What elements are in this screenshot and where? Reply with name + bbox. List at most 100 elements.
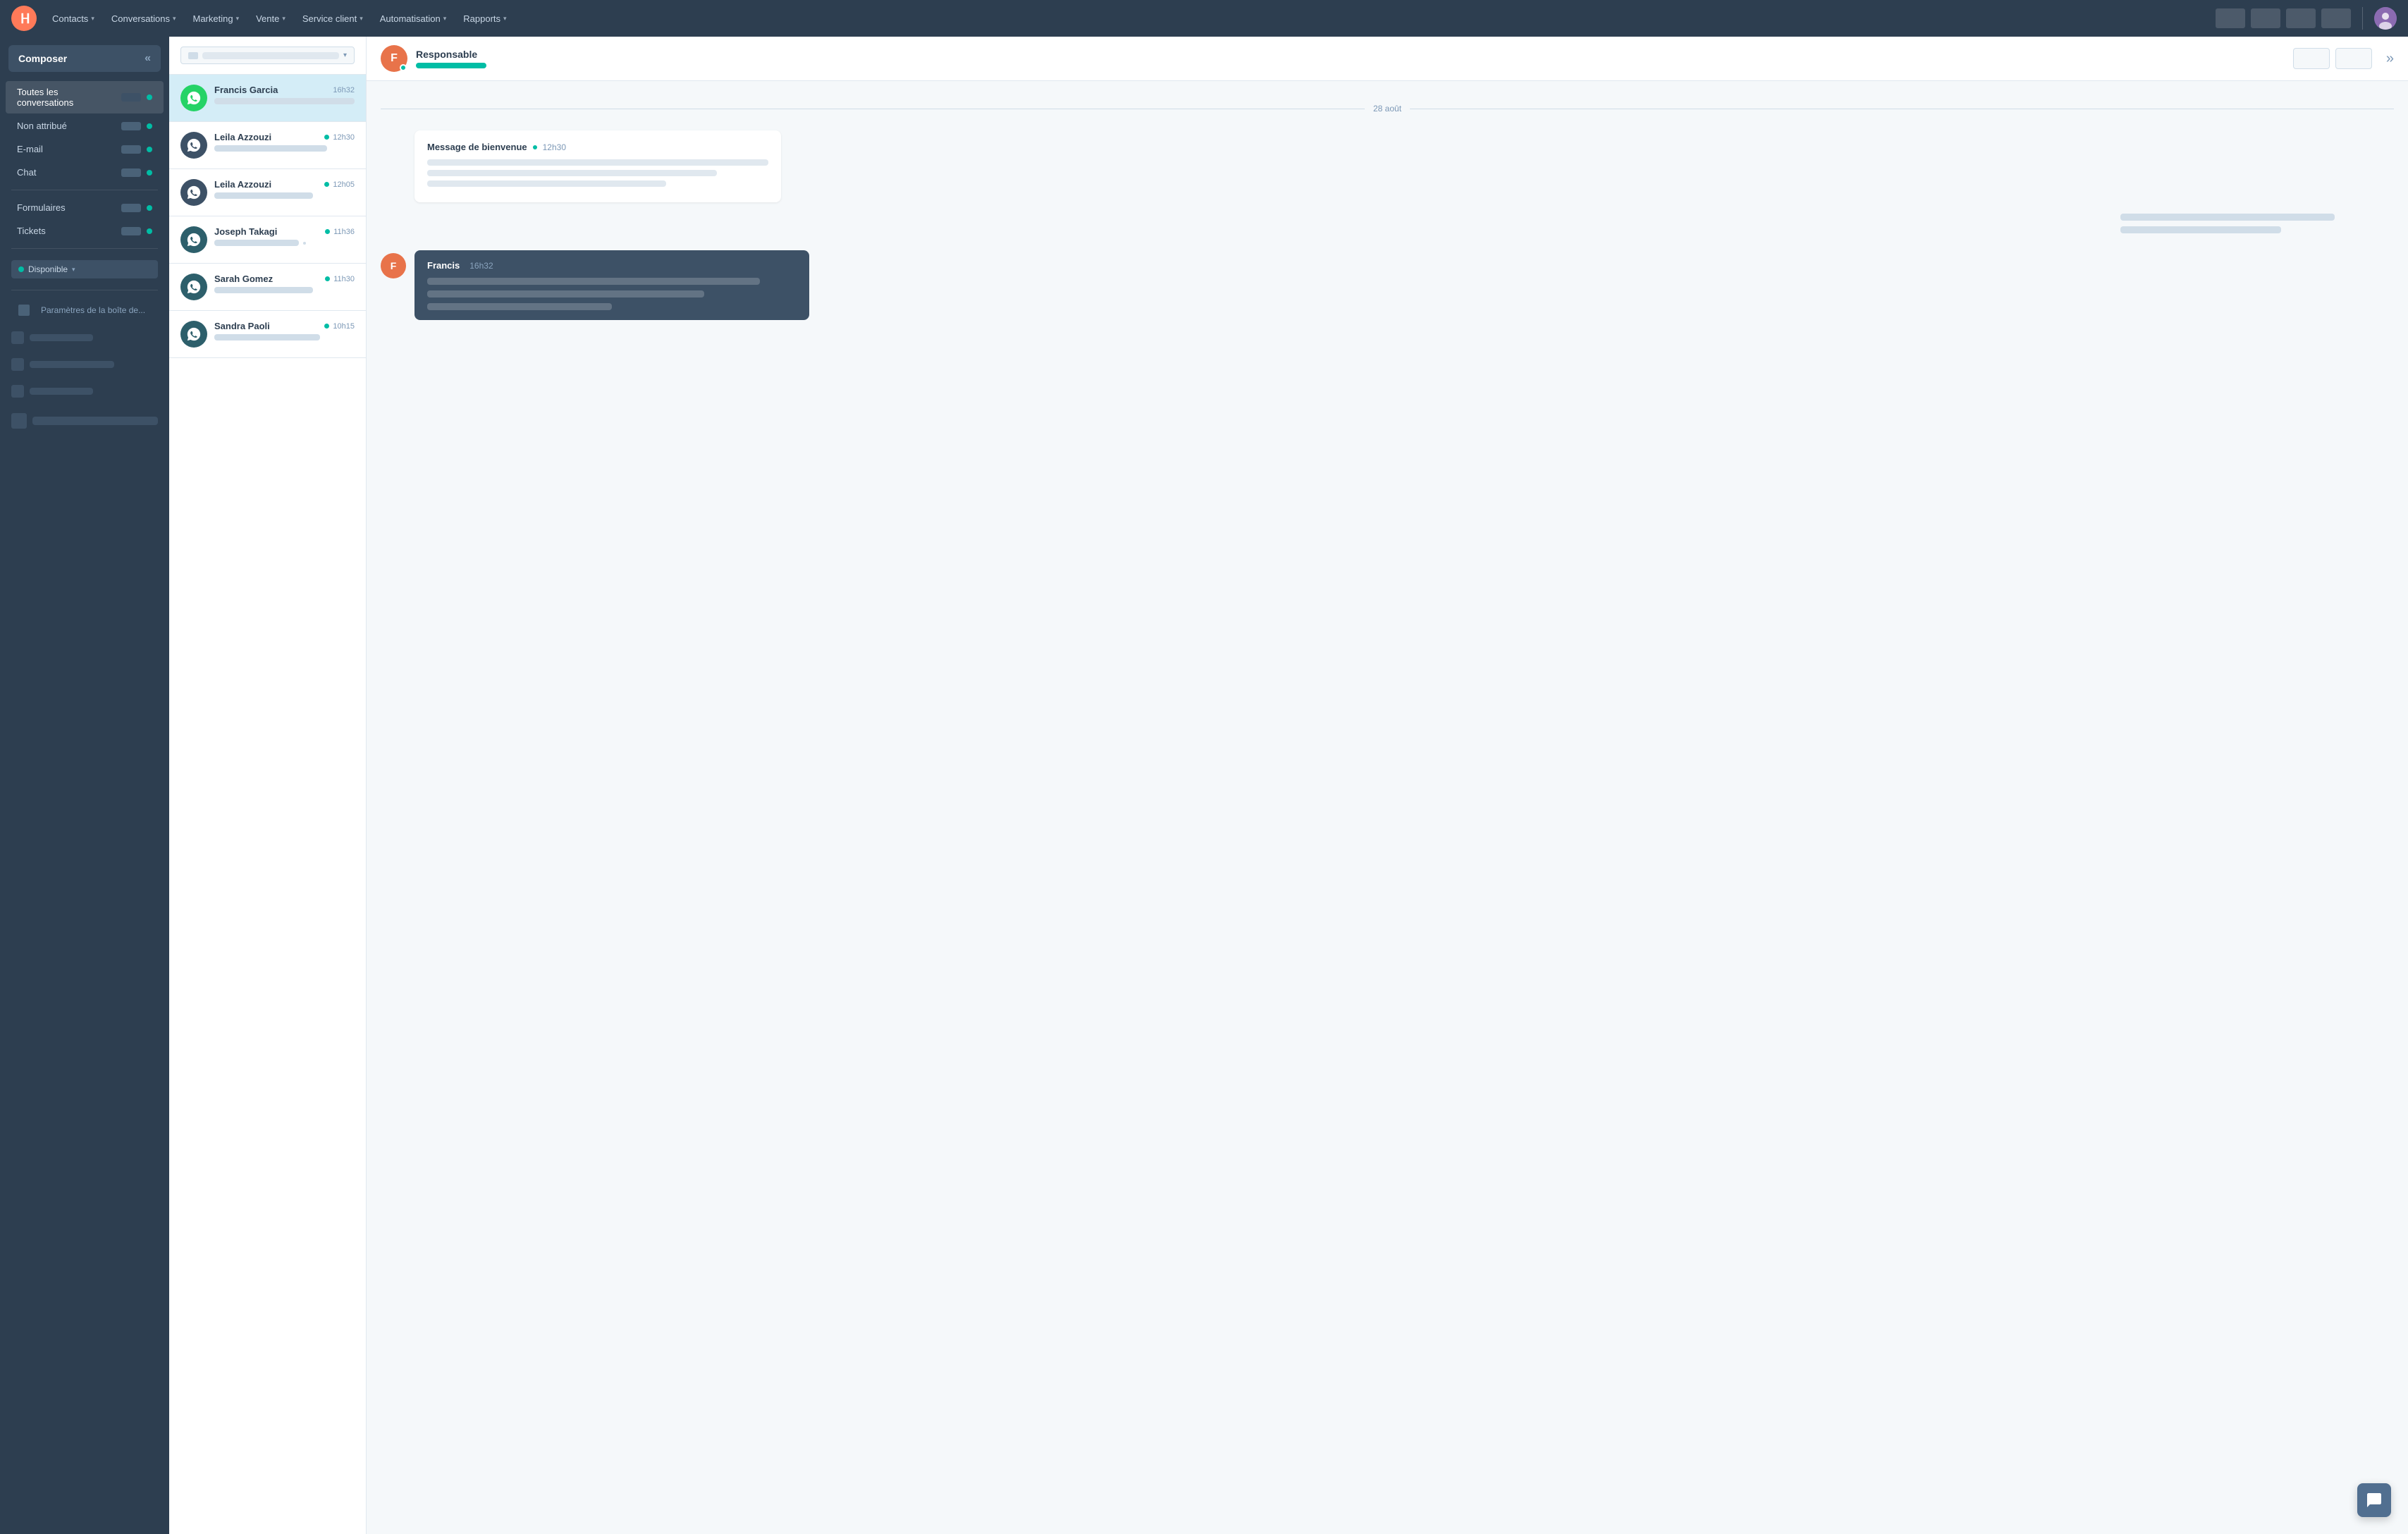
dot-preview xyxy=(303,242,306,245)
conv-preview-row xyxy=(214,192,355,199)
status-dot xyxy=(147,170,152,176)
settings-icon xyxy=(18,305,30,316)
hubspot-logo[interactable] xyxy=(11,6,37,31)
chat-action-btn-1[interactable] xyxy=(2293,48,2330,69)
nav-contacts[interactable]: Contacts ▾ xyxy=(45,9,102,28)
conv-item-leila1[interactable]: Leila Azzouzi 12h30 xyxy=(169,122,366,169)
msg-bubble-sent-dark: Francis 16h32 xyxy=(414,250,809,320)
nav-automatisation[interactable]: Automatisation ▾ xyxy=(373,9,454,28)
online-dot xyxy=(325,229,330,234)
online-dot xyxy=(325,276,330,281)
francis-avatar: F xyxy=(381,253,406,278)
status-button[interactable]: Disponible ▾ xyxy=(11,260,158,278)
placeholder-bar xyxy=(30,334,93,341)
placeholder-icon xyxy=(11,413,27,429)
conv-item-sarah[interactable]: Sarah Gomez 11h30 xyxy=(169,264,366,311)
preview-bar xyxy=(214,98,355,104)
badge xyxy=(121,168,141,177)
filter-icon xyxy=(188,52,198,59)
status-dot xyxy=(147,147,152,152)
conv-header-row: Leila Azzouzi 12h05 xyxy=(214,179,355,190)
conv-header-row: Sandra Paoli 10h15 xyxy=(214,321,355,331)
conv-header-row: Leila Azzouzi 12h30 xyxy=(214,132,355,142)
composer-button[interactable]: Composer « xyxy=(8,45,161,72)
sidebar-placeholder-3 xyxy=(11,382,158,400)
left-sidebar: Composer « Toutes les conversations Non … xyxy=(0,37,169,1534)
sidebar-item-formulaires[interactable]: Formulaires xyxy=(6,197,164,219)
topnav-btn-2[interactable] xyxy=(2251,8,2280,28)
chat-header-avatar: F xyxy=(381,45,407,72)
filter-label xyxy=(202,52,339,59)
nav-service[interactable]: Service client ▾ xyxy=(295,9,370,28)
chevron-down-icon: ▾ xyxy=(72,266,75,274)
online-indicator xyxy=(400,64,407,71)
chat-action-btn-2[interactable] xyxy=(2335,48,2372,69)
msg-line-dark xyxy=(427,290,704,297)
conv-header-row: Sarah Gomez 11h30 xyxy=(214,274,355,284)
preview-bar xyxy=(214,192,313,199)
topnav-btn-1[interactable] xyxy=(2216,8,2245,28)
topnav-btn-4[interactable] xyxy=(2321,8,2351,28)
all-conversations-badge xyxy=(121,93,141,102)
chevron-down-icon: ▾ xyxy=(236,15,240,23)
preview-bar xyxy=(214,334,320,340)
nav-conversations[interactable]: Conversations ▾ xyxy=(104,9,183,28)
chat-header-info: Responsable xyxy=(416,49,2285,68)
topnav-btn-3[interactable] xyxy=(2286,8,2316,28)
nav-rapports[interactable]: Rapports ▾ xyxy=(456,9,513,28)
conv-avatar-joseph xyxy=(180,226,207,253)
placeholder-icon xyxy=(11,385,24,398)
conv-item-sandra[interactable]: Sandra Paoli 10h15 xyxy=(169,311,366,358)
chevron-down-icon: ▾ xyxy=(360,15,363,23)
online-dot xyxy=(324,182,329,187)
conv-header-row: Joseph Takagi 11h36 xyxy=(214,226,355,237)
nav-marketing[interactable]: Marketing ▾ xyxy=(185,9,246,28)
msg-bubble-header: Message de bienvenue 12h30 xyxy=(427,142,768,152)
msg-bubble-header: Francis 16h32 xyxy=(427,260,797,271)
chat-header-actions xyxy=(2293,48,2372,69)
conv-item-joseph[interactable]: Joseph Takagi 11h36 xyxy=(169,216,366,264)
filter-button[interactable]: ▾ xyxy=(180,47,355,64)
placeholder-bar xyxy=(30,361,114,368)
conv-avatar-francis xyxy=(180,85,207,111)
chat-messages: 28 août Message de bienvenue 12h30 xyxy=(367,81,2408,1534)
sidebar-item-tickets[interactable]: Tickets xyxy=(6,220,164,242)
conv-content-sarah: Sarah Gomez 11h30 xyxy=(214,274,355,293)
user-avatar[interactable] xyxy=(2374,7,2397,30)
conv-list-header: ▾ xyxy=(169,37,366,75)
chat-main: F Responsable » 28 août xyxy=(367,37,2408,1534)
chat-header: F Responsable » xyxy=(367,37,2408,81)
main-layout: Composer « Toutes les conversations Non … xyxy=(0,37,2408,1534)
online-dot xyxy=(324,324,329,329)
conv-header-row: Francis Garcia 16h32 xyxy=(214,85,355,95)
collapse-icon: « xyxy=(145,52,151,65)
conv-preview-row xyxy=(214,334,355,340)
badge xyxy=(121,227,141,235)
sidebar-item-email[interactable]: E-mail xyxy=(6,138,164,160)
conv-preview-row xyxy=(214,240,355,246)
sidebar-placeholder-4 xyxy=(11,410,158,431)
nav-divider xyxy=(2362,7,2363,30)
conv-avatar-sandra xyxy=(180,321,207,348)
collapse-chat-icon[interactable]: » xyxy=(2386,51,2394,67)
sidebar-item-chat[interactable]: Chat xyxy=(6,161,164,183)
mailbox-settings[interactable]: Paramètres de la boîte de... xyxy=(11,300,158,320)
conv-avatar-leila1 xyxy=(180,132,207,159)
chat-widget-button[interactable] xyxy=(2357,1483,2391,1517)
sidebar-divider-2 xyxy=(11,248,158,249)
preview-bar xyxy=(214,145,327,152)
preview-bar xyxy=(214,240,299,246)
message-sent-preview xyxy=(381,214,2394,233)
conv-content-leila2: Leila Azzouzi 12h05 xyxy=(214,179,355,199)
sidebar-item-non-attribue[interactable]: Non attribué xyxy=(6,115,164,137)
placeholder-icon xyxy=(11,331,24,344)
online-dot xyxy=(324,135,329,140)
conv-content-leila1: Leila Azzouzi 12h30 xyxy=(214,132,355,152)
msg-line-dark xyxy=(427,303,612,310)
topnav-right xyxy=(2216,7,2397,30)
conv-item-leila2[interactable]: Leila Azzouzi 12h05 xyxy=(169,169,366,216)
conv-item-francis[interactable]: Francis Garcia 16h32 xyxy=(169,75,366,122)
sidebar-item-all-conversations[interactable]: Toutes les conversations xyxy=(6,81,164,113)
message-received: Message de bienvenue 12h30 xyxy=(381,130,2394,202)
nav-vente[interactable]: Vente ▾ xyxy=(249,9,293,28)
